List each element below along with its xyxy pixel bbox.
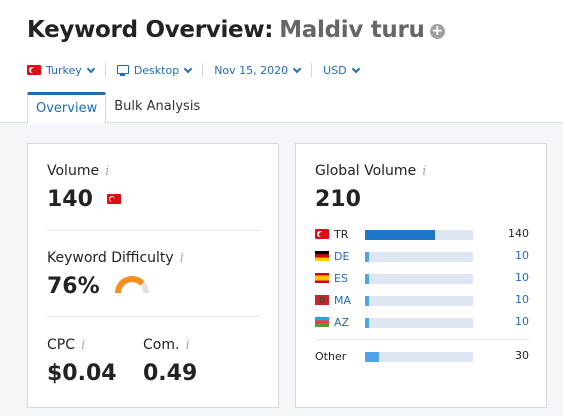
keyword-text: Maldiv turu: [279, 17, 425, 43]
volume-bar-fill: [365, 274, 370, 284]
tab-bar: Overview Bulk Analysis: [27, 92, 208, 124]
volume-bar-track: [365, 252, 473, 262]
volume-bar-track: [365, 274, 473, 284]
date-filter[interactable]: Nov 15, 2020: [214, 63, 302, 77]
country-row-tr[interactable]: TR 140: [315, 227, 529, 241]
country-code: AZ: [334, 315, 350, 329]
volume-bar-track: [365, 352, 473, 362]
volume-bar-track: [365, 230, 473, 240]
currency-filter[interactable]: USD: [323, 63, 360, 77]
com-value: 0.49: [143, 361, 198, 386]
turkey-flag-icon: [106, 194, 121, 204]
keyword-difficulty-value: 76%: [47, 274, 150, 299]
country-code: TR: [334, 227, 349, 241]
germany-flag-icon: [315, 251, 329, 261]
info-icon[interactable]: i: [180, 251, 184, 266]
country-row-other[interactable]: Other 30: [315, 349, 529, 363]
volume-bar-fill: [365, 318, 370, 328]
country-filter[interactable]: Turkey: [27, 63, 96, 77]
info-icon[interactable]: i: [81, 338, 85, 353]
volume-label: Volume i: [47, 163, 109, 179]
country-code: ES: [334, 271, 348, 285]
difficulty-gauge: [115, 276, 150, 294]
country-volume: 140: [508, 227, 529, 240]
cpc-label: CPC i: [47, 337, 85, 353]
page-title: Keyword Overview: Maldiv turu +: [27, 17, 445, 43]
turkey-flag-icon: [315, 229, 329, 239]
country-row-ma[interactable]: MA 10: [315, 293, 529, 307]
chevron-down-icon: [351, 64, 360, 73]
global-volume-value: 210: [315, 187, 361, 212]
monitor-icon: [116, 64, 129, 76]
add-keyword-icon[interactable]: +: [429, 24, 445, 39]
country-volume: 10: [515, 271, 529, 284]
divider: [202, 63, 204, 77]
country-row-de[interactable]: DE 10: [315, 249, 529, 263]
currency-filter-label: USD: [323, 63, 347, 77]
turkey-flag-icon: [27, 65, 41, 75]
info-icon[interactable]: i: [105, 164, 109, 179]
volume-value-text: 140: [47, 187, 93, 212]
device-filter-label: Desktop: [133, 63, 180, 77]
keyword-difficulty-label: Keyword Difficulty i: [47, 250, 184, 266]
cpc-label-text: CPC: [47, 337, 75, 353]
volume-bar-fill: [365, 352, 380, 362]
global-volume-label: Global Volume i: [315, 163, 426, 179]
country-row-az[interactable]: AZ 10: [315, 315, 529, 329]
volume-value: 140: [47, 187, 126, 212]
global-volume-card: Global Volume i 210 TR 140 DE 10 ES 10 MA…: [295, 143, 547, 408]
volume-bar-track: [365, 296, 473, 306]
divider: [47, 230, 261, 231]
country-volume: 10: [515, 315, 529, 328]
header-area: Keyword Overview: Maldiv turu + Turkey Des…: [0, 0, 563, 124]
chevron-down-icon: [86, 64, 96, 73]
gauge-fill: [115, 276, 145, 294]
country-row-es[interactable]: ES 10: [315, 271, 529, 285]
keyword-difficulty-value-text: 76%: [47, 274, 100, 299]
keyword-metrics-card: Volume i 140 Keyword Difficulty i 76% CPC i…: [27, 143, 279, 408]
country-volume: 10: [515, 249, 529, 262]
divider: [104, 63, 106, 77]
country-code: DE: [334, 249, 350, 263]
divider: [47, 316, 261, 317]
chevron-down-icon: [183, 64, 193, 73]
keyword-difficulty-label-text: Keyword Difficulty: [47, 250, 174, 266]
volume-bar-fill: [365, 252, 370, 262]
other-volume: 30: [515, 349, 529, 362]
chevron-down-icon: [292, 64, 302, 73]
cpc-value: $0.04: [47, 361, 117, 386]
com-label-text: Com.: [143, 337, 180, 353]
date-filter-label: Nov 15, 2020: [214, 63, 289, 77]
azerbaijan-flag-icon: [315, 317, 329, 327]
com-label: Com. i: [143, 337, 190, 353]
volume-label-text: Volume: [47, 163, 100, 179]
volume-bar-track: [365, 318, 473, 328]
tab-overview[interactable]: Overview: [27, 92, 107, 124]
morocco-flag-icon: [315, 295, 329, 305]
volume-bar-fill: [365, 296, 370, 306]
other-label: Other: [315, 349, 347, 363]
info-icon[interactable]: i: [185, 338, 189, 353]
volume-bar-fill: [365, 230, 436, 240]
divider: [311, 63, 313, 77]
spain-flag-icon: [315, 273, 329, 283]
filter-bar: Turkey Desktop Nov 15, 2020 USD: [27, 62, 360, 78]
page-title-text: Keyword Overview:: [27, 17, 274, 43]
country-filter-label: Turkey: [46, 63, 82, 77]
country-code: MA: [334, 293, 352, 307]
device-filter[interactable]: Desktop: [116, 63, 193, 77]
country-volume: 10: [515, 293, 529, 306]
divider: [315, 339, 529, 340]
global-volume-label-text: Global Volume: [315, 163, 417, 179]
info-icon[interactable]: i: [422, 164, 426, 179]
tab-bulk-analysis[interactable]: Bulk Analysis: [106, 92, 208, 123]
